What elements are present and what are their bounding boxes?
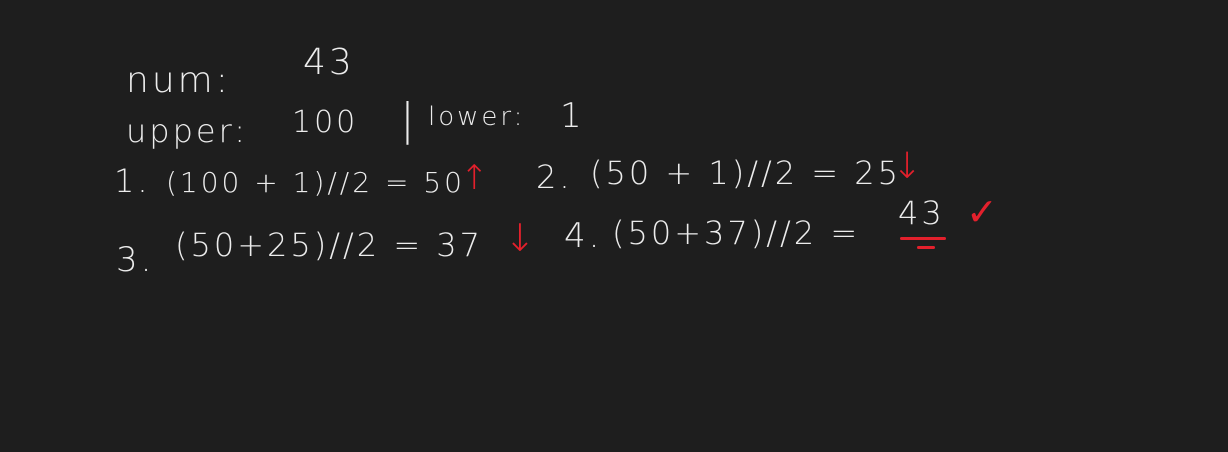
step-1-expr: (100 + 1)//2 = 50 <box>166 166 465 199</box>
step-1-index: 1. <box>114 162 151 200</box>
lower-label: lower: <box>428 102 526 132</box>
step-4-index: 4. <box>564 216 603 256</box>
result-underline-short <box>917 246 935 249</box>
separator: | <box>400 94 418 145</box>
arrow-down-icon: ↓ <box>504 216 539 260</box>
upper-label: upper: <box>126 112 248 150</box>
step-2-index: 2. <box>536 158 573 196</box>
lower-value: 1 <box>560 96 585 136</box>
upper-value: 100 <box>292 105 359 140</box>
step-3-index: 3. <box>116 240 155 280</box>
step-3-expr: (50+25)//2 = 37 <box>175 226 484 264</box>
step-4-result: 43 <box>898 194 945 232</box>
arrow-down-icon: ↓ <box>892 146 926 187</box>
step-4-expr: (50+37)//2 = <box>612 214 861 252</box>
result-underline <box>900 237 946 240</box>
checkmark-icon: ✓ <box>966 190 1001 234</box>
num-label: num: <box>126 60 231 101</box>
arrow-up-icon: ↑ <box>460 158 492 198</box>
step-2-expr: (50 + 1)//2 = 25 <box>590 154 901 192</box>
num-value: 43 <box>303 42 355 83</box>
